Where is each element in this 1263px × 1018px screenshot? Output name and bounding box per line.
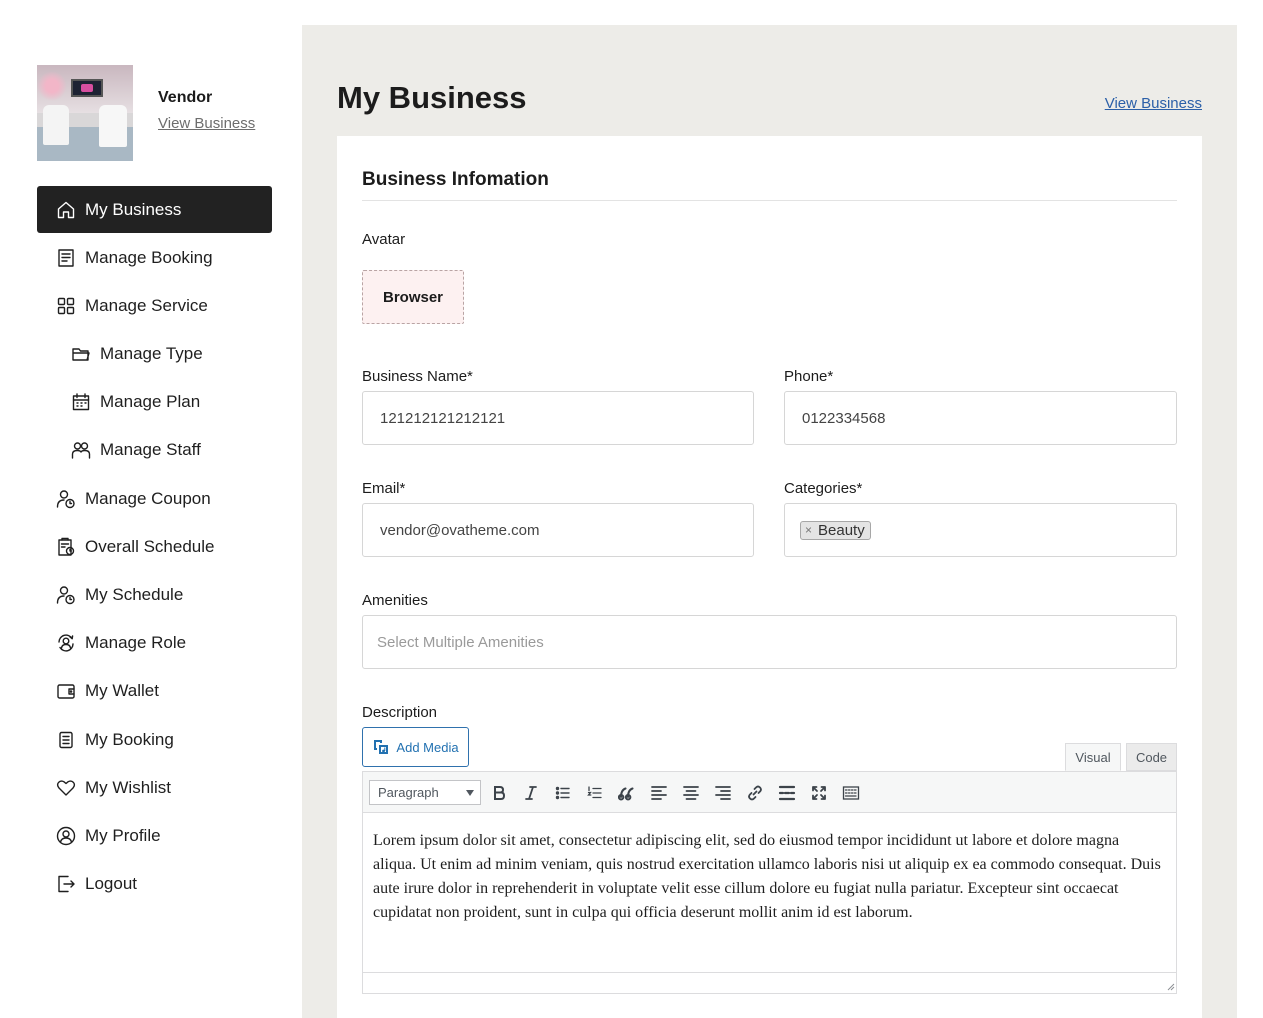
sidebar-nav: My Business Manage Booking Manage Servic… (37, 186, 272, 908)
wallet-icon (56, 681, 76, 701)
document-icon (56, 730, 76, 750)
amenities-select[interactable]: Select Multiple Amenities (362, 615, 1177, 669)
sidebar-item-label: My Profile (85, 825, 161, 845)
tab-code[interactable]: Code (1126, 743, 1177, 771)
staff-icon (71, 440, 91, 460)
phone-input[interactable]: 0122334568 (784, 391, 1177, 445)
add-media-label: Add Media (396, 739, 459, 755)
description-editor[interactable]: Lorem ipsum dolor sit amet, consectetur … (362, 813, 1177, 994)
logout-icon (56, 874, 76, 894)
sidebar-item-manage-type[interactable]: Manage Type (37, 331, 272, 378)
view-business-link[interactable]: View Business (1105, 95, 1202, 112)
business-info-card: Business Infomation Avatar Browser Busin… (337, 136, 1202, 1018)
bullet-list-icon[interactable] (552, 782, 574, 804)
home-icon (56, 200, 76, 220)
user-clock-icon (56, 489, 76, 509)
sidebar-item-my-business[interactable]: My Business (37, 186, 272, 233)
sidebar-item-label: My Business (85, 199, 182, 219)
browser-button[interactable]: Browser (362, 270, 464, 324)
sidebar-item-label: Manage Coupon (85, 488, 211, 508)
sidebar-item-my-profile[interactable]: My Profile (37, 812, 272, 859)
sidebar-item-manage-staff[interactable]: Manage Staff (37, 427, 272, 474)
sidebar-item-manage-plan[interactable]: Manage Plan (37, 379, 272, 426)
category-tag: × Beauty (800, 520, 871, 540)
sidebar-item-my-schedule[interactable]: My Schedule (37, 572, 272, 619)
media-icon (372, 738, 390, 756)
sidebar-item-label: Manage Staff (100, 440, 201, 460)
sidebar-item-label: Manage Service (85, 295, 208, 315)
read-more-icon[interactable] (776, 782, 798, 804)
resize-handle-icon[interactable] (1165, 981, 1175, 991)
avatar-label: Avatar (362, 231, 406, 248)
sidebar-item-label: Overall Schedule (85, 536, 215, 556)
business-name-label: Business Name* (362, 368, 473, 385)
vendor-avatar[interactable] (37, 65, 133, 161)
folder-icon (71, 344, 91, 364)
sidebar-view-business-link[interactable]: View Business (158, 115, 255, 132)
add-media-button[interactable]: Add Media (362, 727, 469, 767)
sidebar-item-label: Logout (85, 874, 137, 894)
sidebar-item-manage-coupon[interactable]: Manage Coupon (37, 475, 272, 522)
sidebar-item-manage-booking[interactable]: Manage Booking (37, 234, 272, 281)
italic-icon[interactable] (520, 782, 542, 804)
sidebar-item-label: My Wishlist (85, 777, 171, 797)
sidebar-item-label: My Booking (85, 729, 174, 749)
vendor-name: Vendor (158, 89, 213, 106)
email-input[interactable]: vendor@ovatheme.com (362, 503, 754, 557)
sidebar-item-label: Manage Type (100, 344, 203, 364)
keyboard-toolbar-icon[interactable] (840, 782, 862, 804)
sidebar: Vendor View Business My Business Manage … (37, 65, 272, 909)
align-right-icon[interactable] (712, 782, 734, 804)
category-tag-label: Beauty (818, 521, 865, 539)
grid-icon (56, 296, 76, 316)
phone-label: Phone* (784, 368, 834, 385)
calendar-icon (71, 392, 91, 412)
sidebar-item-label: Manage Booking (85, 247, 213, 267)
link-icon[interactable] (744, 782, 766, 804)
tab-visual[interactable]: Visual (1065, 743, 1121, 771)
page-title: My Business (337, 80, 527, 115)
user-circle-icon (56, 826, 76, 846)
chevron-down-icon (466, 790, 474, 796)
business-name-input[interactable]: 121212121212121 (362, 391, 754, 445)
sidebar-item-label: Manage Plan (100, 392, 201, 412)
sidebar-item-label: Manage Role (85, 633, 187, 653)
schedule-icon (56, 537, 76, 557)
role-icon (56, 633, 76, 653)
categories-select[interactable]: × Beauty (784, 503, 1177, 557)
sidebar-item-label: My Wallet (85, 681, 159, 701)
sidebar-item-logout[interactable]: Logout (37, 861, 272, 908)
numbered-list-icon[interactable] (584, 782, 606, 804)
email-label: Email* (362, 480, 406, 497)
blockquote-icon[interactable] (616, 782, 638, 804)
section-divider (362, 200, 1177, 201)
user-clock-icon (56, 585, 76, 605)
sidebar-item-overall-schedule[interactable]: Overall Schedule (37, 523, 272, 570)
sidebar-item-label: My Schedule (85, 585, 184, 604)
sidebar-item-manage-service[interactable]: Manage Service (37, 282, 272, 329)
fullscreen-icon[interactable] (808, 782, 830, 804)
bold-icon[interactable] (488, 782, 510, 804)
remove-tag-icon[interactable]: × (805, 523, 812, 537)
amenities-label: Amenities (362, 592, 428, 609)
format-select[interactable]: Paragraph (369, 780, 481, 805)
sidebar-item-my-wallet[interactable]: My Wallet (37, 668, 272, 715)
description-label: Description (362, 704, 438, 721)
format-select-value: Paragraph (378, 785, 439, 800)
main-content: My Business View Business Business Infom… (302, 25, 1237, 1018)
section-title: Business Infomation (362, 169, 549, 190)
vendor-profile: Vendor View Business (37, 65, 272, 161)
editor-toolbar: Paragraph (362, 771, 1177, 813)
sidebar-item-manage-role[interactable]: Manage Role (37, 620, 272, 667)
booking-list-icon (56, 248, 76, 268)
heart-icon (56, 778, 76, 798)
editor-statusbar (362, 972, 1177, 993)
align-center-icon[interactable] (680, 782, 702, 804)
sidebar-item-my-booking[interactable]: My Booking (37, 716, 272, 763)
align-left-icon[interactable] (648, 782, 670, 804)
sidebar-item-my-wishlist[interactable]: My Wishlist (37, 764, 272, 811)
categories-label: Categories* (784, 480, 863, 497)
